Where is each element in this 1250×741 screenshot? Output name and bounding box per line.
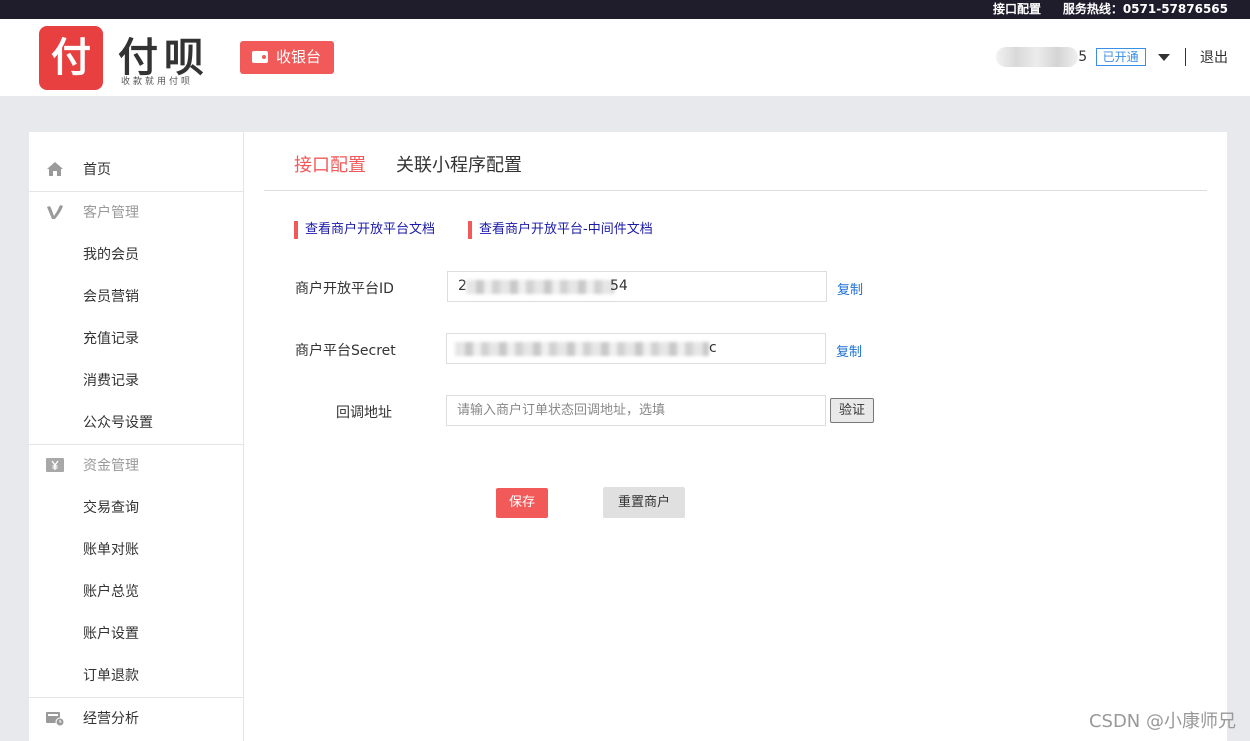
sidebar: 首页 客户管理 我的会员 会员营销 充值记录 消费记录 公众号设置 资金管理 交…: [29, 132, 244, 741]
sidebar-item-label: 首页: [83, 162, 111, 178]
header: 付 付呗 收款就用付呗 收银台 5 已开通 退出: [0, 19, 1250, 96]
callback-url-input[interactable]: [447, 396, 825, 425]
tab-mini-program-config[interactable]: 关联小程序配置: [396, 151, 522, 177]
tab-bar: 接口配置 关联小程序配置: [264, 132, 1207, 191]
user-area: 5 已开通 退出: [996, 47, 1228, 69]
v-logo-icon: [45, 204, 65, 222]
sidebar-item-account-overview[interactable]: 账户总览: [29, 571, 243, 613]
merchant-id-end: 54: [610, 278, 628, 294]
reset-merchant-button[interactable]: 重置商户: [603, 487, 685, 518]
cashier-label: 收银台: [276, 48, 322, 66]
sidebar-item-members[interactable]: 我的会员: [29, 234, 243, 276]
sidebar-item-home[interactable]: 首页: [29, 149, 243, 191]
sidebar-item-label: 公众号设置: [83, 415, 153, 431]
sidebar-item-label: 账户设置: [83, 626, 139, 642]
sidebar-item-label: 充值记录: [83, 331, 139, 347]
analysis-icon: [45, 710, 65, 728]
sidebar-item-label: 账单对账: [83, 542, 139, 558]
nav-group-analysis: 经营分析: [29, 698, 243, 740]
sidebar-item-label: 订单退款: [83, 668, 139, 684]
middleware-doc-link[interactable]: 查看商户开放平台-中间件文档: [468, 221, 653, 239]
callback-label: 回调地址: [336, 405, 392, 421]
wallet-icon: [252, 51, 268, 63]
sidebar-group-label: 资金管理: [83, 458, 139, 474]
sidebar-group-customer[interactable]: 客户管理: [29, 192, 243, 234]
yen-icon: [45, 457, 65, 475]
redacted-value: [466, 280, 614, 294]
secret-label: 商户平台Secret: [295, 343, 396, 359]
save-button[interactable]: 保存: [496, 488, 548, 518]
service-hotline: 服务热线：0571-57876565: [1062, 2, 1228, 16]
sidebar-item-label: 账户总览: [83, 584, 139, 600]
logout-link[interactable]: 退出: [1200, 50, 1228, 66]
chevron-down-icon[interactable]: [1158, 53, 1171, 61]
status-badge: 已开通: [1095, 48, 1146, 66]
copy-merchant-id-button[interactable]: 复制: [837, 279, 863, 298]
copy-secret-button[interactable]: 复制: [836, 341, 862, 360]
logo-char: 付: [51, 35, 91, 81]
watermark: CSDN @小康师兄: [1088, 711, 1236, 732]
top-strip: 接口配置 服务热线：0571-57876565: [0, 0, 1250, 19]
sidebar-item-label: 会员营销: [83, 289, 139, 305]
callback-url-field[interactable]: [446, 395, 826, 426]
brand-slogan: 收款就用付呗: [121, 77, 194, 87]
sidebar-item-label: 交易查询: [83, 500, 139, 516]
sidebar-item-member-marketing[interactable]: 会员营销: [29, 276, 243, 318]
sidebar-item-label: 经营分析: [83, 711, 139, 727]
nav-group-customer: 客户管理 我的会员 会员营销 充值记录 消费记录 公众号设置: [29, 192, 243, 445]
nav-group-home: 首页: [29, 149, 243, 192]
nav-group-fund: 资金管理 交易查询 账单对账 账户总览 账户设置 订单退款: [29, 445, 243, 698]
logo-icon[interactable]: 付: [39, 26, 103, 90]
redacted-value: [455, 342, 709, 356]
sidebar-group-label: 客户管理: [83, 205, 139, 221]
sidebar-item-label: 消费记录: [83, 373, 139, 389]
secret-end: c: [709, 340, 717, 356]
sidebar-group-fund[interactable]: 资金管理: [29, 445, 243, 487]
sidebar-item-analysis[interactable]: 经营分析: [29, 698, 243, 740]
secret-field[interactable]: c: [446, 333, 826, 364]
sidebar-item-refunds[interactable]: 订单退款: [29, 655, 243, 697]
sidebar-item-consumption-records[interactable]: 消费记录: [29, 360, 243, 402]
tab-api-config[interactable]: 接口配置: [294, 151, 366, 177]
api-config-link[interactable]: 接口配置: [993, 2, 1041, 16]
sidebar-item-transactions[interactable]: 交易查询: [29, 487, 243, 529]
sidebar-item-label: 我的会员: [83, 247, 139, 263]
main-panel: 接口配置 关联小程序配置 查看商户开放平台文档 查看商户开放平台-中间件文档 商…: [244, 132, 1227, 741]
verify-button[interactable]: 验证: [830, 398, 874, 423]
sidebar-item-account-settings[interactable]: 账户设置: [29, 613, 243, 655]
sidebar-item-recharge-records[interactable]: 充值记录: [29, 318, 243, 360]
cashier-button[interactable]: 收银台: [240, 41, 334, 74]
home-icon: [45, 161, 65, 179]
blurred-username: [996, 47, 1079, 67]
sidebar-item-official-account[interactable]: 公众号设置: [29, 402, 243, 444]
username-suffix: 5: [1078, 49, 1088, 65]
merchant-id-field[interactable]: 2 54: [447, 271, 827, 302]
open-platform-doc-link[interactable]: 查看商户开放平台文档: [294, 221, 435, 239]
divider: [1184, 48, 1186, 66]
merchant-id-label: 商户开放平台ID: [295, 281, 394, 297]
sidebar-item-reconciliation[interactable]: 账单对账: [29, 529, 243, 571]
